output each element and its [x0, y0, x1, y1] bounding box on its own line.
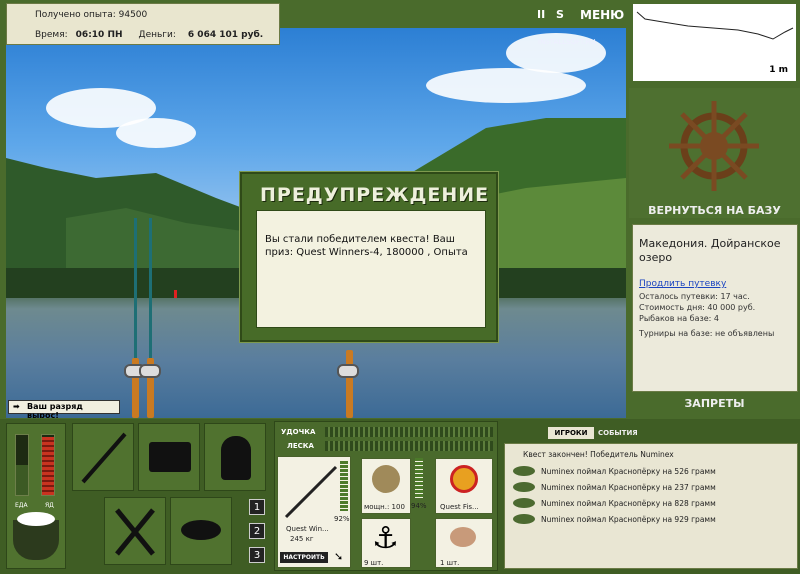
gear-panel: УДОЧКА ЛЕСКА Quest Win... 245 кг 92% НАС… — [274, 421, 498, 571]
bans-button[interactable]: ЗАПРЕТЫ — [629, 392, 800, 416]
fish-icon — [513, 514, 535, 524]
rod-name: Quest Win... — [286, 525, 329, 533]
tackle-box-button[interactable] — [138, 423, 200, 491]
food-label: ЕДА — [15, 502, 28, 509]
menu-button[interactable]: МЕНЮ — [580, 8, 624, 22]
return-to-base-button[interactable]: ВЕРНУТЬСЯ НА БАЗУ — [629, 204, 800, 217]
base-panel: ВЕРНУТЬСЯ НА БАЗУ — [629, 88, 800, 218]
pause-button[interactable]: II — [537, 8, 545, 21]
line-durability-label: ЛЕСКА — [287, 442, 314, 450]
tournaments: Турниры на базе: не объявлены — [639, 329, 775, 338]
warning-dialog: ПРЕДУПРЕЖДЕНИЕ Вы стали победителем квес… — [240, 172, 498, 342]
reel-percent: 94% — [411, 502, 427, 510]
exp-label: Получено опыта: — [35, 10, 116, 20]
slot-2-button[interactable]: 2 — [249, 523, 265, 539]
rod-condition-bar — [340, 461, 348, 511]
log-line: Numinex поймал Краснопёрку на 828 грамм — [541, 499, 716, 508]
rod-weight: 245 кг — [290, 535, 314, 543]
log-line: Numinex поймал Краснопёрку на 929 грамм — [541, 515, 716, 524]
line-slot[interactable]: Quest Fis... — [435, 458, 493, 514]
fish-icon — [513, 466, 535, 476]
reel-condition-bar — [415, 458, 423, 498]
rod-icon — [81, 432, 127, 484]
fork-knife-icon — [115, 508, 155, 556]
setup-button[interactable]: НАСТРОИТЬ — [280, 552, 328, 563]
watermark: INSTALLSOFT.RU — [538, 38, 596, 46]
log-line: Numinex поймал Краснопёрку на 237 грамм — [541, 483, 716, 492]
fish-icon — [513, 498, 535, 508]
arrow-right-icon: ➡ — [13, 402, 20, 411]
reel-item-icon — [372, 465, 400, 493]
rod-3-grip — [346, 350, 353, 418]
rank-notice[interactable]: ➡ Ваш разряд вырос! — [8, 400, 120, 418]
poison-meter — [41, 434, 55, 496]
rod-3-reel[interactable] — [337, 364, 359, 378]
ship-wheel-icon[interactable] — [669, 96, 759, 196]
rod-slot[interactable]: Quest Win... 245 кг 92% НАСТРОИТЬ ➘ — [277, 456, 351, 568]
game-window: INSTALLSOFT.RU ➡ Ваш разряд вырос! Получ… — [0, 0, 800, 574]
rod-item-icon — [284, 465, 338, 519]
log-line: Numinex поймал Краснопёрку на 526 грамм — [541, 467, 716, 476]
day-cost: Стоимость дня: 40 000 руб. — [639, 303, 756, 312]
fisherman-icon — [221, 436, 251, 480]
money-value: 6 064 101 руб. — [187, 30, 264, 40]
event-log: Квест закончен! Победитель Numinex Numin… — [504, 443, 798, 569]
exp-value: 94500 — [118, 10, 148, 20]
float — [174, 290, 177, 298]
bait-count: 1 шт. — [440, 559, 460, 567]
tab-players[interactable]: ИГРОКИ — [548, 427, 594, 439]
slot-3-button[interactable]: 3 — [249, 547, 265, 563]
dialog-title: ПРЕДУПРЕЖДЕНИЕ — [260, 184, 490, 206]
pot-icon[interactable] — [13, 512, 59, 560]
dialog-message: Вы стали победителем квеста! Ваш приз: Q… — [265, 234, 468, 258]
extend-trip-link[interactable]: Продлить путевку — [639, 279, 791, 289]
hook-icon: ⚓ — [372, 521, 399, 556]
line-spool-icon — [450, 465, 478, 493]
tab-events[interactable]: СОБЫТИЯ — [598, 427, 638, 439]
exp-row: Получено опыта: 94500 — [35, 10, 147, 20]
log-tabs: ИГРОКИ СОБЫТИЯ — [504, 424, 800, 442]
rod-2-reel[interactable] — [139, 364, 161, 378]
rods-button[interactable] — [72, 423, 134, 491]
dialog-body: Вы стали победителем квеста! Ваш приз: Q… — [256, 210, 486, 328]
rod-durability-bar — [325, 427, 493, 437]
time-money-row: Время: 06:10 ПН Деньги: 6 064 101 руб. — [35, 30, 275, 40]
speed-button[interactable]: S — [556, 8, 564, 21]
fish-icon — [181, 520, 221, 540]
cloud — [426, 68, 586, 103]
rod-durability-label: УДОЧКА — [281, 428, 316, 436]
reel-slot[interactable]: мощн.: 100 — [361, 458, 411, 514]
rank-notice-text: Ваш разряд вырос! — [27, 402, 83, 418]
reel-power: мощн.: 100 — [364, 503, 405, 511]
rod-percent: 92% — [334, 515, 350, 523]
trip-remaining: Осталось путевки: 17 час. — [639, 292, 750, 301]
depth-value: 1 m — [769, 65, 788, 75]
fish-icon — [513, 482, 535, 492]
fish-cage-button[interactable] — [170, 497, 232, 565]
time-value: 06:10 ПН — [75, 30, 123, 40]
line-name: Quest Fis... — [440, 503, 479, 511]
arrow-down-right-icon: ➘ — [334, 550, 344, 563]
bait-icon — [450, 527, 476, 547]
hooks-count: 9 шт. — [364, 559, 384, 567]
hook-slot[interactable]: ⚓ 9 шт. — [361, 518, 411, 568]
fisherman-button[interactable] — [204, 423, 266, 491]
tackle-box-icon — [149, 442, 191, 472]
money-label: Деньги: — [138, 30, 176, 40]
time-label: Время: — [35, 30, 68, 40]
log-line: Квест закончен! Победитель Numinex — [523, 450, 674, 459]
meters-box: ЕДА ЯД — [6, 423, 66, 569]
line-durability-bar — [325, 441, 493, 451]
location-name: Македония. Дойранское озеро — [639, 237, 781, 264]
location-panel: Македония. Дойранское озеро Продлить пут… — [632, 224, 798, 392]
bait-slot[interactable]: 1 шт. — [435, 518, 493, 568]
slot-1-button[interactable]: 1 — [249, 499, 265, 515]
info-panel: Получено опыта: 94500 Время: 06:10 ПН Де… — [6, 3, 280, 45]
fishers-count: Рыбаков на базе: 4 — [639, 314, 719, 323]
poison-label: ЯД — [45, 502, 54, 509]
food-button[interactable] — [104, 497, 166, 565]
depth-map[interactable]: 1 m — [629, 0, 800, 85]
food-meter — [15, 434, 29, 496]
